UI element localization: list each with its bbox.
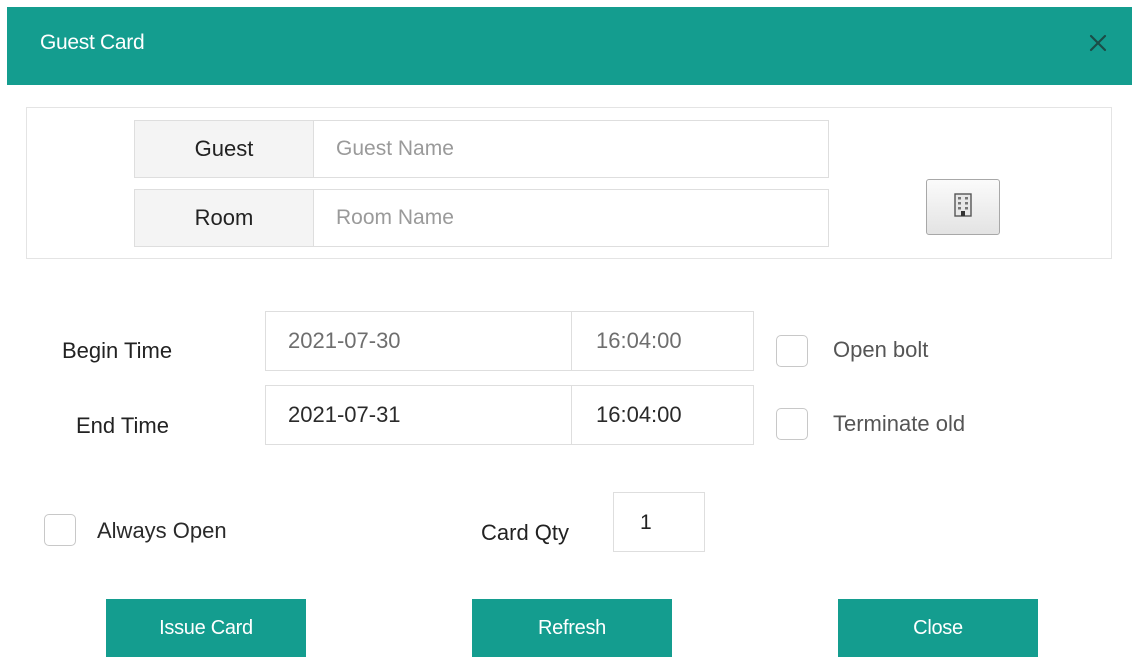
close-icon[interactable] <box>1080 25 1116 61</box>
room-picker-button[interactable] <box>926 179 1000 235</box>
open-bolt-checkbox[interactable] <box>776 335 808 367</box>
end-time-field[interactable]: 16:04:00 <box>571 385 754 445</box>
always-open-checkbox[interactable] <box>44 514 76 546</box>
terminate-old-label: Terminate old <box>833 411 966 436</box>
guest-name-input[interactable] <box>313 120 829 178</box>
always-open-label: Always Open <box>97 518 227 543</box>
room-label: Room <box>134 189 314 247</box>
issue-card-button[interactable]: Issue Card <box>106 599 306 657</box>
begin-date-field[interactable]: 2021-07-30 <box>265 311 572 371</box>
open-bolt-label: Open bolt <box>833 337 929 362</box>
card-qty-input[interactable]: 1 <box>613 492 705 552</box>
guest-label: Guest <box>134 120 314 178</box>
end-time-label: End Time <box>76 413 169 438</box>
begin-time-label: Begin Time <box>62 338 173 363</box>
terminate-old-checkbox[interactable] <box>776 408 808 440</box>
refresh-button[interactable]: Refresh <box>472 599 672 657</box>
dialog-title: Guest Card <box>40 31 145 54</box>
close-button[interactable]: Close <box>838 599 1038 657</box>
card-qty-label: Card Qty <box>481 520 570 545</box>
begin-time-field[interactable]: 16:04:00 <box>571 311 754 371</box>
end-date-field[interactable]: 2021-07-31 <box>265 385 572 445</box>
dialog-titlebar: Guest Card <box>7 7 1132 85</box>
building-icon <box>954 192 972 222</box>
room-name-input[interactable] <box>313 189 829 247</box>
guest-card-dialog: Guest Card Guest Room Begin Time <box>0 0 1139 658</box>
